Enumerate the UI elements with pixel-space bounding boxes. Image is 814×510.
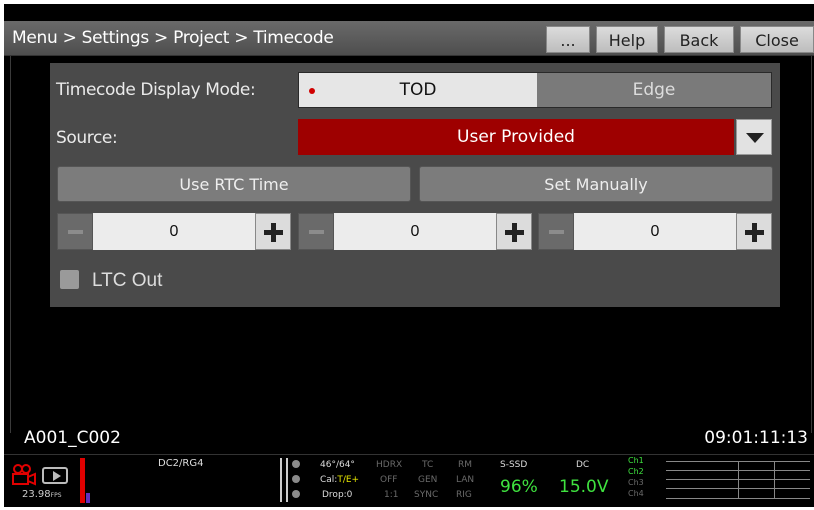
breadcrumb: Menu > Settings > Project > Timecode (12, 28, 334, 48)
use-rtc-time-button[interactable]: Use RTC Time (57, 166, 411, 202)
minus-icon[interactable] (57, 213, 93, 250)
back-button[interactable]: Back (664, 26, 734, 53)
drop-readout: Drop:0 (322, 490, 353, 500)
play-icon[interactable] (42, 467, 68, 484)
status-led (292, 460, 300, 468)
title-bar: Menu > Settings > Project > Timecode ...… (4, 21, 814, 56)
plus-icon[interactable] (496, 213, 532, 250)
ltc-out-label[interactable]: LTC Out (92, 270, 162, 292)
minus-icon[interactable] (538, 213, 574, 250)
plus-icon[interactable] (255, 213, 291, 250)
divider (280, 458, 282, 502)
display-mode-toggle: TOD Edge (298, 72, 772, 108)
channel-2-label: Ch2 (628, 467, 644, 476)
rig-indicator: RIG (456, 490, 472, 500)
power-value: 15.0V (559, 477, 609, 497)
display-mode-option-tod[interactable]: TOD (299, 73, 537, 107)
chevron-down-icon[interactable] (736, 119, 772, 155)
status-bar: 23.98FPS DC2/RG4 46°/64° Cal:T/E+ Drop:0… (4, 454, 814, 507)
tc-gen-indicator: GEN (418, 475, 438, 485)
stepper-value[interactable]: 0 (93, 213, 255, 250)
source-select[interactable]: User Provided (298, 119, 734, 155)
divider (286, 458, 288, 502)
audio-channel-meters (666, 461, 810, 499)
camera-icon (12, 464, 36, 486)
hdrx-indicator: HDRX (376, 460, 403, 470)
audio-meter-bar (80, 458, 85, 503)
fps-readout: 23.98FPS (22, 489, 62, 500)
set-manually-button[interactable]: Set Manually (419, 166, 773, 202)
close-button[interactable]: Close (740, 26, 814, 53)
status-led (292, 475, 300, 483)
hdrx-ratio: 1:1 (384, 490, 399, 500)
selected-dot-icon (309, 88, 315, 94)
help-button[interactable]: Help (596, 26, 658, 53)
timecode-display: 09:01:11:13 (704, 428, 808, 448)
camera-screen: Menu > Settings > Project > Timecode ...… (4, 4, 814, 507)
option-label: Edge (632, 80, 676, 100)
channel-1-label: Ch1 (628, 456, 644, 465)
audio-meter-peak (86, 493, 90, 503)
rm-indicator: RM (458, 460, 473, 470)
source-label: Source: (56, 128, 118, 148)
display-mode-option-edge[interactable]: Edge (537, 73, 771, 107)
status-led (292, 490, 300, 498)
more-button[interactable]: ... (546, 26, 590, 53)
media-label: S-SSD (500, 460, 528, 470)
clip-name: A001_C002 (24, 428, 121, 448)
lan-indicator: LAN (456, 475, 475, 485)
channel-3-label: Ch3 (628, 478, 644, 487)
minus-icon[interactable] (298, 213, 334, 250)
tc-sync-indicator: SYNC (414, 490, 439, 500)
power-label: DC (576, 460, 590, 470)
calibration-readout: Cal:T/E+ (320, 475, 360, 485)
tc-indicator: TC (422, 460, 434, 470)
hdrx-state: OFF (380, 475, 398, 485)
display-mode-label: Timecode Display Mode: (56, 80, 256, 100)
ltc-out-checkbox[interactable] (60, 270, 79, 289)
stepper-value[interactable]: 0 (574, 213, 736, 250)
lut-label: DC2/RG4 (158, 458, 204, 469)
media-value: 96% (500, 477, 538, 497)
plus-icon[interactable] (736, 213, 772, 250)
channel-4-label: Ch4 (628, 489, 644, 498)
temperature-readout: 46°/64° (320, 460, 355, 470)
stepper-value[interactable]: 0 (334, 213, 496, 250)
option-label: TOD (399, 80, 437, 100)
